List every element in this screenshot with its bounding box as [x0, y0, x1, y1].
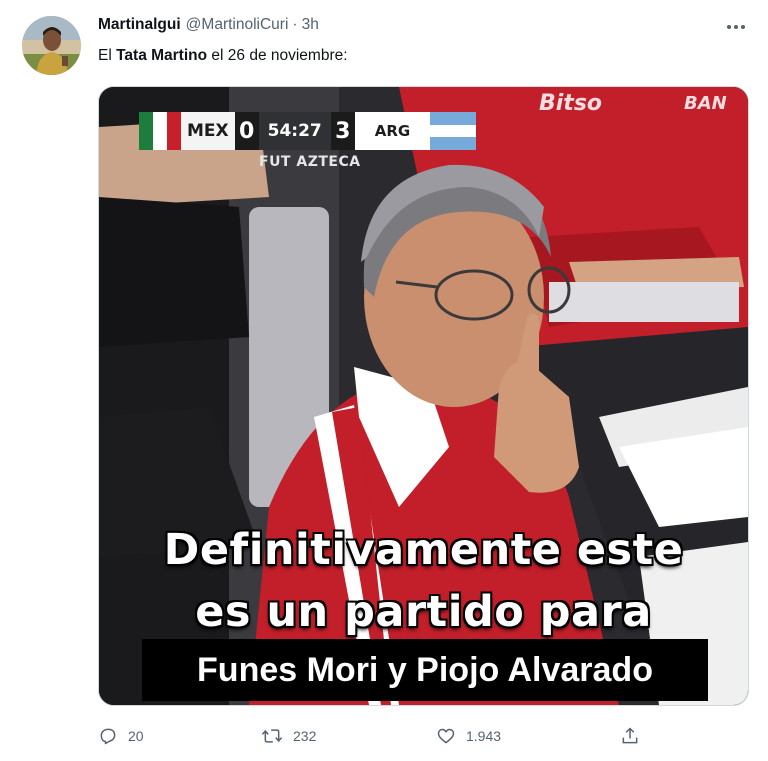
away-team: ARG	[354, 112, 431, 150]
more-horizontal-icon	[727, 25, 745, 29]
retweet-icon	[261, 729, 283, 743]
like-count: 1.943	[466, 728, 502, 744]
reply-icon	[100, 728, 116, 745]
tweet-media-image[interactable]: MEX 0 54:27 3 ARG FUT AZTECA Bitso BAN D…	[98, 86, 749, 706]
argentina-flag-icon	[430, 112, 477, 151]
more-options-button[interactable]	[722, 16, 750, 38]
tweet-text-prefix: El	[98, 47, 117, 64]
match-clock: 54:27	[258, 112, 331, 150]
retweet-count: 232	[293, 728, 317, 744]
meme-caption-line-1: Definitivamente este	[163, 525, 684, 575]
like-button[interactable]: 1.943	[436, 722, 501, 750]
display-name[interactable]: Martinalgui	[98, 16, 181, 34]
reply-count: 20	[128, 728, 144, 744]
user-handle[interactable]: @MartinoliCuri	[186, 16, 289, 34]
network-logo: FUT AZTECA	[259, 154, 361, 170]
heart-icon	[437, 728, 455, 744]
tweet-header: Martinalgui @MartinoliCuri · 3h	[98, 16, 319, 38]
tweet-text: El Tata Martino el 26 de noviembre:	[98, 47, 348, 65]
reply-button[interactable]: 20	[98, 722, 144, 750]
mexico-flag-icon	[139, 112, 181, 150]
meme-caption-line-3: Funes Mori y Piojo Alvarado	[142, 639, 708, 701]
home-team: MEX	[181, 112, 235, 150]
sponsor-text-2: BAN	[684, 93, 727, 114]
separator-dot: ·	[292, 16, 298, 33]
home-score: 0	[234, 112, 259, 150]
tweet-text-bold: Tata Martino	[116, 47, 208, 64]
avatar[interactable]	[22, 16, 81, 75]
avatar-photo	[22, 16, 81, 75]
timestamp[interactable]: 3h	[302, 16, 319, 34]
tweet: Martinalgui @MartinoliCuri · 3h El Tata …	[0, 0, 768, 761]
share-button[interactable]	[620, 722, 640, 750]
sponsor-text-1: Bitso	[539, 91, 603, 116]
scorebug: MEX 0 54:27 3 ARG	[139, 112, 477, 151]
meme-caption-line-2: es un partido para	[195, 587, 652, 637]
tweet-text-suffix: el 26 de noviembre:	[207, 47, 348, 64]
share-icon	[622, 727, 638, 744]
retweet-button[interactable]: 232	[261, 722, 316, 750]
away-score: 3	[330, 112, 355, 150]
